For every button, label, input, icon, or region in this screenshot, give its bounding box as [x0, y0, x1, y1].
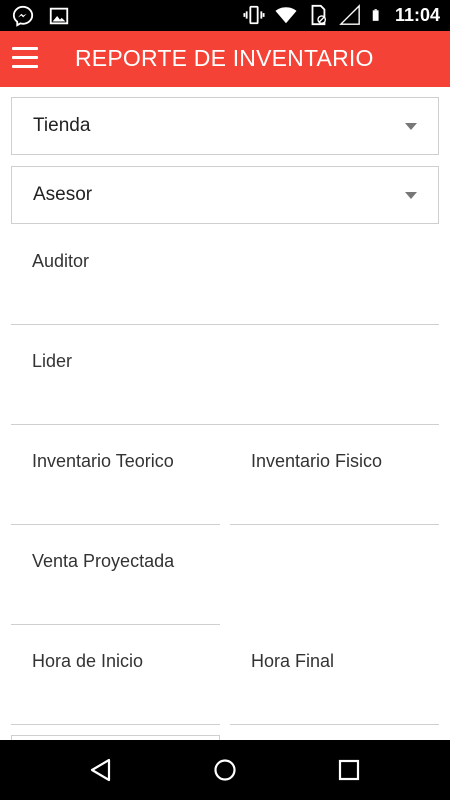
signal-icon: [339, 4, 360, 25]
status-time: 11:04: [394, 4, 440, 25]
inventario-fisico-field[interactable]: Inventario Fisico: [230, 425, 439, 525]
image-icon: [49, 7, 69, 25]
dropdown-arrow-icon: [405, 123, 417, 130]
home-icon[interactable]: [211, 756, 239, 784]
battery-icon: [372, 9, 379, 21]
page-title: REPORTE DE INVENTARIO: [75, 45, 374, 71]
back-icon[interactable]: [87, 756, 115, 784]
tienda-label: Tienda: [33, 115, 91, 136]
inventario-fisico-hint: Inventario Fisico: [251, 451, 383, 471]
lider-field[interactable]: Lider: [11, 325, 439, 425]
sim-icon: [311, 4, 326, 26]
vibrate-icon: [243, 5, 265, 25]
hora-inicio-hint: Hora de Inicio: [32, 651, 144, 671]
inventario-fisico-underline: [230, 524, 439, 525]
hora-final-hint: Hora Final: [251, 651, 335, 671]
venta-proyectada-hint: Venta Proyectada: [32, 551, 175, 571]
lider-hint: Lider: [32, 351, 73, 371]
auditor-field[interactable]: Auditor: [11, 225, 439, 325]
navigation-bar: [0, 740, 450, 800]
dropdown-arrow-icon: [405, 192, 417, 199]
venta-proyectada-field[interactable]: Venta Proyectada: [11, 525, 220, 625]
hamburger-menu-icon[interactable]: [12, 47, 38, 69]
hora-inicio-underline: [11, 724, 220, 725]
status-right-icons: 11:04: [243, 4, 440, 26]
asesor-label: Asesor: [33, 184, 93, 205]
auditor-hint: Auditor: [32, 251, 90, 271]
recents-icon[interactable]: [335, 756, 363, 784]
inventario-teorico-field[interactable]: Inventario Teorico: [11, 425, 220, 525]
hora-final-field[interactable]: Hora Final: [230, 625, 439, 725]
messenger-icon: [12, 5, 34, 27]
hora-final-underline: [230, 724, 439, 725]
status-left-icons: [12, 5, 70, 27]
asesor-spinner[interactable]: Asesor: [11, 166, 439, 224]
wifi-icon: [275, 7, 297, 24]
status-bar: 11:04: [0, 0, 450, 31]
inventario-teorico-hint: Inventario Teorico: [32, 451, 174, 471]
tienda-spinner[interactable]: Tienda: [11, 97, 439, 155]
app-bar: REPORTE DE INVENTARIO: [0, 31, 450, 87]
hora-inicio-field[interactable]: Hora de Inicio: [11, 625, 220, 725]
